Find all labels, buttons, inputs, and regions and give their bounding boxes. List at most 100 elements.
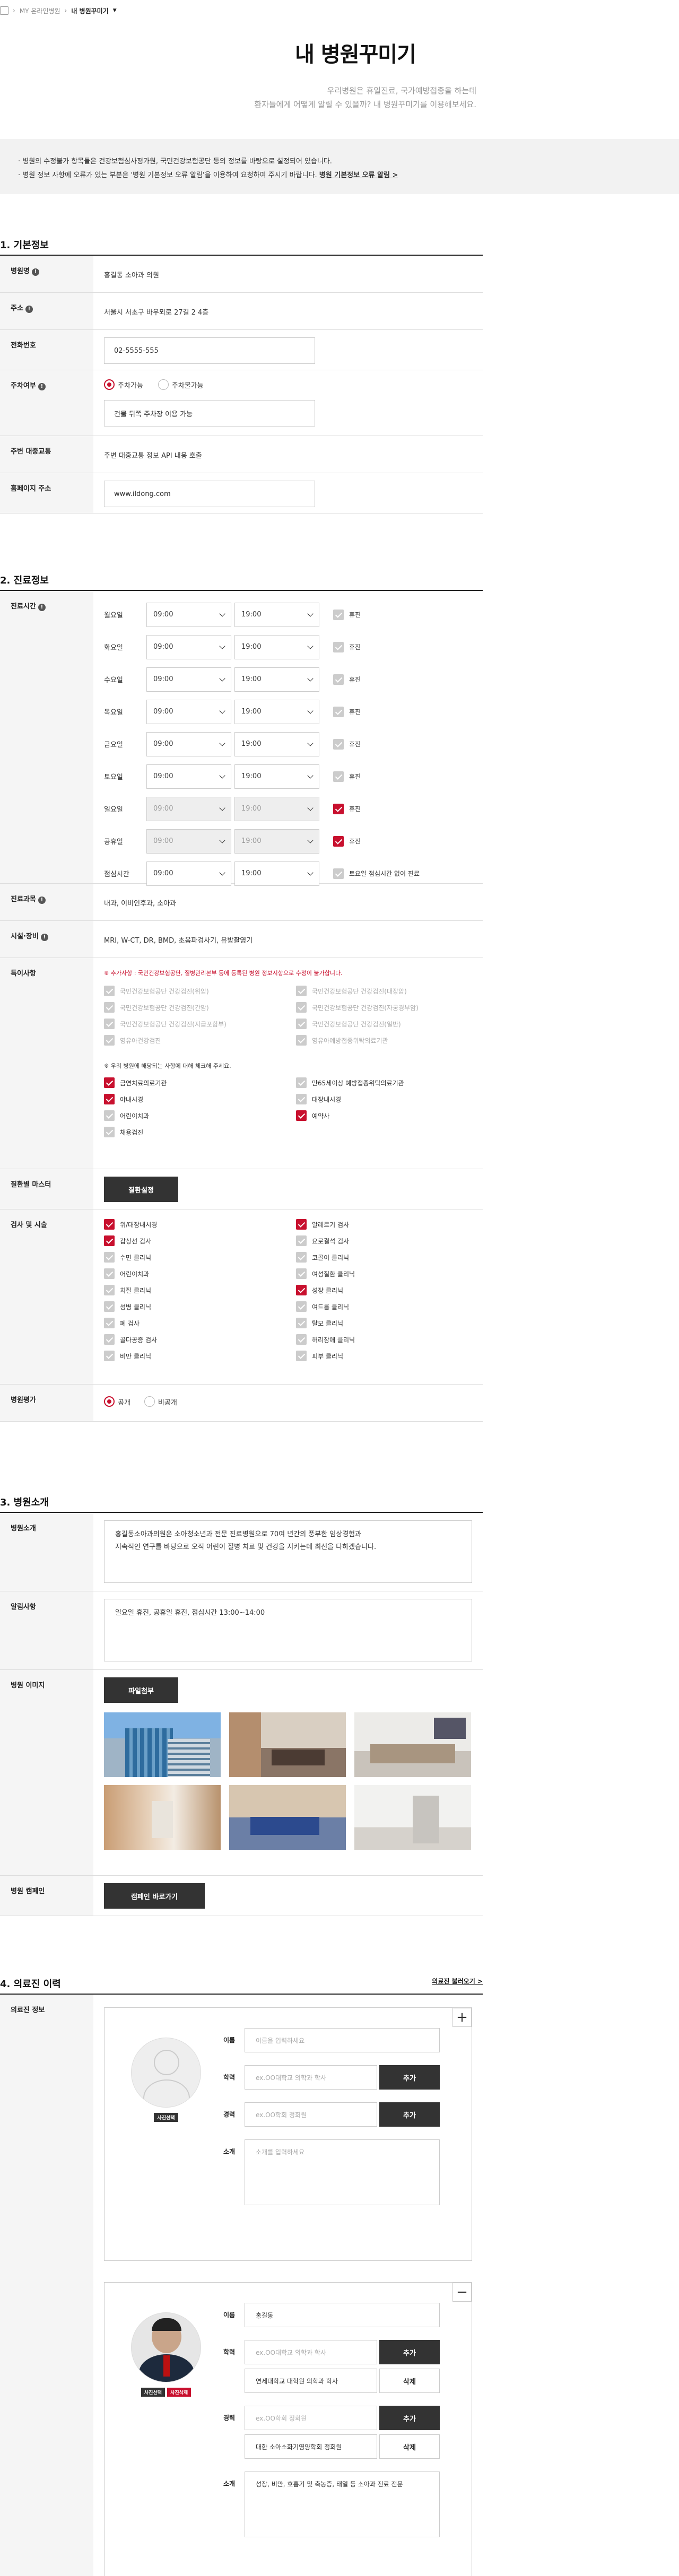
info-icon[interactable]: ! bbox=[31, 268, 39, 276]
checklist-item[interactable]: 대장내시경 bbox=[296, 1094, 472, 1104]
info-icon[interactable]: ! bbox=[38, 604, 46, 611]
checkbox-icon[interactable] bbox=[296, 1019, 307, 1029]
checkbox-icon[interactable] bbox=[104, 1351, 115, 1361]
checklist-item[interactable]: 영유아예방접종위탁의료기관 bbox=[296, 1035, 472, 1046]
checkbox-icon[interactable] bbox=[104, 1285, 115, 1295]
checkbox-icon[interactable] bbox=[104, 1002, 115, 1013]
start-time-select[interactable]: 09:00 bbox=[146, 764, 231, 789]
checklist-item[interactable]: 국민건강보험공단 건강검진(대장암) bbox=[296, 986, 472, 996]
notice-textarea[interactable]: 일요일 휴진, 공휴일 휴진, 점심시간 13:00~14:00 bbox=[104, 1599, 472, 1661]
checkbox-icon[interactable] bbox=[296, 1268, 307, 1279]
checklist-item[interactable]: 채용검진 bbox=[104, 1127, 280, 1137]
end-time-select[interactable]: 19:00 bbox=[234, 764, 319, 789]
start-time-select[interactable]: 09:00 bbox=[146, 829, 231, 854]
checkbox-icon[interactable] bbox=[296, 1285, 307, 1295]
checkbox-icon[interactable] bbox=[296, 1318, 307, 1328]
checkbox-icon[interactable] bbox=[296, 1301, 307, 1312]
checkbox-icon[interactable] bbox=[296, 1252, 307, 1263]
checkbox-icon[interactable] bbox=[104, 1219, 115, 1230]
file-attach-button[interactable]: 파일첨부 bbox=[104, 1677, 178, 1703]
checkbox-icon[interactable] bbox=[296, 1334, 307, 1345]
checklist-item[interactable]: 국민건강보험공단 건강검진(위암) bbox=[104, 986, 280, 996]
checklist-item[interactable]: 폐 검사 bbox=[104, 1318, 280, 1328]
hospital-photo-reception[interactable] bbox=[354, 1712, 471, 1777]
load-staff-link[interactable]: 의료진 불러오기 > bbox=[432, 1977, 483, 1994]
checkbox-icon[interactable] bbox=[104, 1252, 115, 1263]
end-time-select[interactable]: 19:00 bbox=[234, 699, 319, 724]
phone-input[interactable]: 02-5555-555 bbox=[104, 337, 315, 364]
checkbox-icon[interactable] bbox=[296, 1235, 307, 1246]
education-input[interactable]: ex.OO대학교 의학과 학사 bbox=[245, 2065, 377, 2090]
checkbox-icon[interactable] bbox=[296, 1035, 307, 1046]
campaign-button[interactable]: 캠페인 바로가기 bbox=[104, 1883, 205, 1909]
checkbox-icon[interactable] bbox=[104, 1094, 115, 1104]
closed-checkbox[interactable] bbox=[333, 609, 344, 620]
end-time-select[interactable]: 19:00 bbox=[234, 829, 319, 854]
eval-public-radio[interactable]: 공개 bbox=[104, 1396, 130, 1407]
start-time-select[interactable]: 09:00 bbox=[146, 699, 231, 724]
start-time-select[interactable]: 09:00 bbox=[146, 634, 231, 659]
intro-input[interactable]: 소개를 입력하세요 bbox=[245, 2139, 440, 2205]
career-input[interactable]: ex.OO학회 정회원 bbox=[245, 2406, 377, 2430]
checklist-item[interactable]: 여성질환 클리닉 bbox=[296, 1268, 472, 1279]
checklist-item[interactable]: 성장 클리닉 bbox=[296, 1285, 472, 1295]
checklist-item[interactable]: 예약사 bbox=[296, 1110, 472, 1121]
checkbox-icon[interactable] bbox=[104, 1019, 115, 1029]
checklist-item[interactable]: 영유아건강검진 bbox=[104, 1035, 280, 1046]
checkbox-icon[interactable] bbox=[104, 1235, 115, 1246]
checkbox-icon[interactable] bbox=[296, 1110, 307, 1121]
checklist-item[interactable]: 금연치료의료기관 bbox=[104, 1077, 280, 1088]
checkbox-icon[interactable] bbox=[104, 1110, 115, 1121]
end-time-select[interactable]: 19:00 bbox=[234, 796, 319, 821]
checklist-item[interactable]: 만65세이상 예방접종위탁의료기관 bbox=[296, 1077, 472, 1088]
checklist-item[interactable]: 비만 클리닉 bbox=[104, 1351, 280, 1361]
delete-career-button[interactable]: 삭제 bbox=[379, 2434, 440, 2459]
checklist-item[interactable]: 여드름 클리닉 bbox=[296, 1301, 472, 1312]
career-input[interactable]: ex.OO학회 정회원 bbox=[245, 2102, 377, 2127]
checkbox-icon[interactable] bbox=[104, 986, 115, 996]
checklist-item[interactable]: 허리장애 클리닉 bbox=[296, 1334, 472, 1345]
closed-checkbox[interactable] bbox=[333, 868, 344, 879]
start-time-select[interactable]: 09:00 bbox=[146, 732, 231, 756]
closed-checkbox[interactable] bbox=[333, 738, 344, 750]
add-education-button[interactable]: 추가 bbox=[379, 2340, 440, 2364]
checklist-item[interactable]: 치질 클리닉 bbox=[104, 1285, 280, 1295]
radio-icon[interactable] bbox=[158, 379, 169, 390]
photo-delete-button[interactable]: 사진삭제 bbox=[167, 2388, 191, 2397]
hospital-photo-treatment[interactable] bbox=[354, 1785, 471, 1850]
hospital-photo-hallway[interactable] bbox=[104, 1785, 221, 1850]
checklist-item[interactable]: 요로결석 검사 bbox=[296, 1235, 472, 1246]
checkbox-icon[interactable] bbox=[296, 1002, 307, 1013]
checklist-item[interactable]: 골다공증 검사 bbox=[104, 1334, 280, 1345]
chevron-down-icon[interactable]: ▼ bbox=[113, 8, 117, 13]
career-entry[interactable]: 대한 소아소화기영양학회 정회원 bbox=[245, 2434, 377, 2459]
plus-icon[interactable]: + bbox=[452, 2008, 472, 2027]
radio-icon[interactable] bbox=[104, 1396, 115, 1407]
checklist-item[interactable]: 성병 클리닉 bbox=[104, 1301, 280, 1312]
checkbox-icon[interactable] bbox=[296, 986, 307, 996]
checklist-item[interactable]: 국민건강보험공단 건강검진(자궁경부암) bbox=[296, 1002, 472, 1013]
checklist-item[interactable]: 국민건강보험공단 건강검진(일반) bbox=[296, 1019, 472, 1029]
checklist-item[interactable]: 수면 클리닉 bbox=[104, 1252, 280, 1263]
parking-no-radio[interactable]: 주차불가능 bbox=[158, 379, 204, 390]
checklist-item[interactable]: 어린이치과 bbox=[104, 1110, 280, 1121]
add-career-button[interactable]: 추가 bbox=[379, 2406, 440, 2430]
hospital-photo-lobby[interactable] bbox=[229, 1712, 346, 1777]
info-icon[interactable]: ! bbox=[40, 934, 48, 941]
delete-education-button[interactable]: 삭제 bbox=[379, 2369, 440, 2393]
checklist-item[interactable]: 알레르기 검사 bbox=[296, 1219, 472, 1230]
checklist-item[interactable]: 국민건강보험공단 건강검진(간암) bbox=[104, 1002, 280, 1013]
parking-yes-radio[interactable]: 주차가능 bbox=[104, 379, 143, 390]
intro-input[interactable]: 성장, 비만, 호흡기 및 축농증, 태열 등 소아과 진료 전문 bbox=[245, 2471, 440, 2537]
parking-note-input[interactable]: 건물 뒤쪽 주차장 이용 가능 bbox=[104, 400, 315, 427]
checkbox-icon[interactable] bbox=[104, 1077, 115, 1088]
radio-icon[interactable] bbox=[104, 379, 115, 390]
checkbox-icon[interactable] bbox=[296, 1094, 307, 1104]
checklist-item[interactable]: 탈모 클리닉 bbox=[296, 1318, 472, 1328]
closed-checkbox[interactable] bbox=[333, 641, 344, 652]
closed-checkbox[interactable] bbox=[333, 836, 344, 847]
photo-select-button[interactable]: 사진선택 bbox=[154, 2113, 178, 2122]
checklist-item[interactable]: 국민건강보험공단 건강검진(지급포함부) bbox=[104, 1019, 280, 1029]
homepage-input[interactable]: www.ildong.com bbox=[104, 481, 315, 507]
checklist-item[interactable]: 코골이 클리닉 bbox=[296, 1252, 472, 1263]
